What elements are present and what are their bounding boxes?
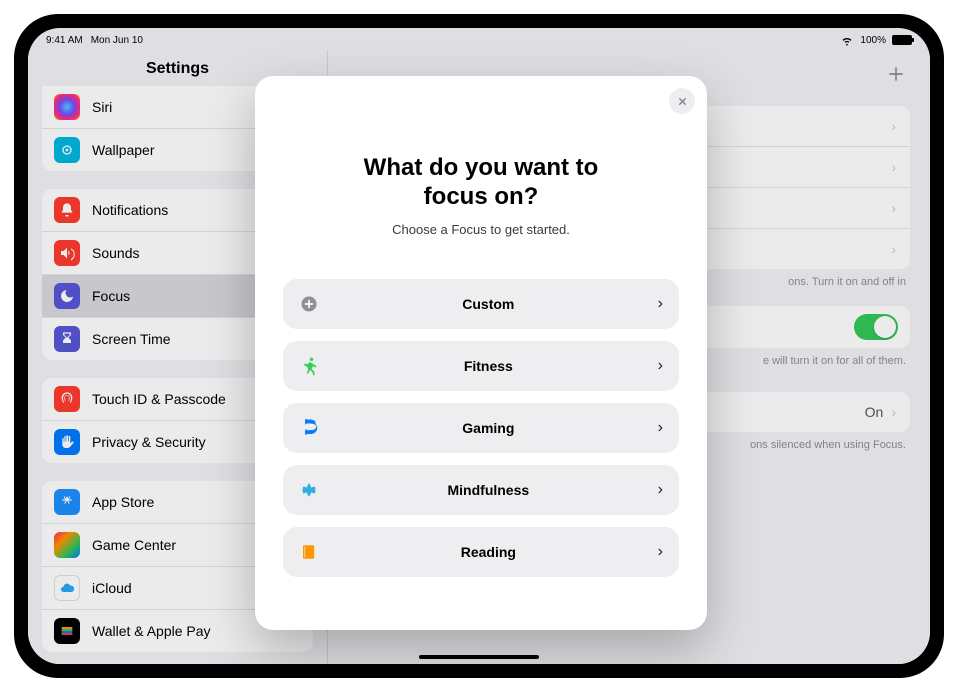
sidebar-item-label: Wallpaper <box>92 142 155 158</box>
focus-option-custom[interactable]: Custom › <box>283 279 679 329</box>
wifi-icon <box>840 33 854 48</box>
status-bar: 9:41 AM Mon Jun 10 100% <box>28 28 930 48</box>
focus-selection-modal: What do you want to focus on? Choose a F… <box>255 76 707 630</box>
siri-icon <box>54 94 80 120</box>
focus-status-value: On <box>865 404 884 420</box>
focus-option-mindfulness[interactable]: Mindfulness › <box>283 465 679 515</box>
wallet-icon <box>54 618 80 644</box>
appstore-icon <box>54 489 80 515</box>
focus-option-label: Reading <box>319 544 658 560</box>
running-icon <box>299 356 319 376</box>
sidebar-item-label: Game Center <box>92 537 176 553</box>
cloud-icon <box>54 575 80 601</box>
sidebar-item-label: Touch ID & Passcode <box>92 391 226 407</box>
device-bezel: 9:41 AM Mon Jun 10 100% Settings Sir <box>14 14 944 678</box>
focus-option-reading[interactable]: Reading › <box>283 527 679 577</box>
focus-option-fitness[interactable]: Fitness › <box>283 341 679 391</box>
moon-icon <box>54 283 80 309</box>
sidebar-item-label: Privacy & Security <box>92 434 206 450</box>
speaker-icon <box>54 240 80 266</box>
hand-icon <box>54 429 80 455</box>
home-indicator[interactable] <box>419 655 539 659</box>
screen: 9:41 AM Mon Jun 10 100% Settings Sir <box>28 28 930 664</box>
chevron-right-icon: › <box>891 118 896 134</box>
close-button[interactable] <box>669 88 695 114</box>
bell-icon <box>54 197 80 223</box>
sidebar-item-label: Siri <box>92 99 112 115</box>
modal-title: What do you want to focus on? <box>283 154 679 212</box>
focus-option-label: Custom <box>319 296 658 312</box>
rocket-icon <box>299 418 319 438</box>
status-time: 9:41 AM <box>46 35 83 46</box>
sidebar-item-label: Screen Time <box>92 331 171 347</box>
fingerprint-icon <box>54 386 80 412</box>
battery-icon <box>892 35 912 45</box>
toggle-on[interactable] <box>854 314 898 340</box>
plus-circle-icon <box>299 294 319 314</box>
chevron-right-icon: › <box>891 159 896 175</box>
focus-option-gaming[interactable]: Gaming › <box>283 403 679 453</box>
lotus-icon <box>299 480 319 500</box>
chevron-right-icon: › <box>658 543 663 561</box>
focus-option-label: Fitness <box>319 358 658 374</box>
sidebar-item-label: App Store <box>92 494 154 510</box>
chevron-right-icon: › <box>658 295 663 313</box>
modal-subtitle: Choose a Focus to get started. <box>283 222 679 237</box>
sidebar-item-label: Wallet & Apple Pay <box>92 623 211 639</box>
status-date: Mon Jun 10 <box>91 35 143 46</box>
chevron-right-icon: › <box>658 419 663 437</box>
sidebar-item-label: iCloud <box>92 580 132 596</box>
focus-option-label: Gaming <box>319 420 658 436</box>
sidebar-item-label: Focus <box>92 288 130 304</box>
gamecenter-icon <box>54 532 80 558</box>
wallpaper-icon <box>54 137 80 163</box>
chevron-right-icon: › <box>658 481 663 499</box>
chevron-right-icon: › <box>891 404 896 420</box>
chevron-right-icon: › <box>658 357 663 375</box>
hourglass-icon <box>54 326 80 352</box>
chevron-right-icon: › <box>891 241 896 257</box>
add-focus-button[interactable] <box>882 60 910 88</box>
battery-percent: 100% <box>860 35 886 46</box>
sidebar-item-label: Notifications <box>92 202 168 218</box>
book-icon <box>299 542 319 562</box>
chevron-right-icon: › <box>891 200 896 216</box>
focus-option-label: Mindfulness <box>319 482 658 498</box>
sidebar-item-label: Sounds <box>92 245 139 261</box>
